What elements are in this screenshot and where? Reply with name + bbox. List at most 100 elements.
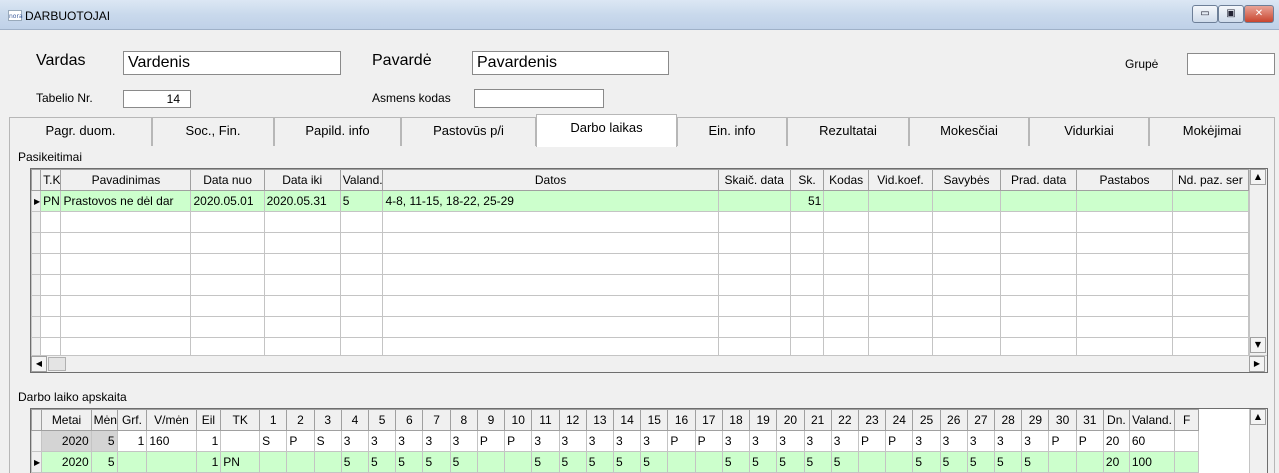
cell[interactable]	[286, 451, 315, 473]
cell[interactable]	[190, 295, 265, 317]
cell[interactable]	[823, 190, 869, 212]
cell[interactable]: 3	[939, 430, 968, 452]
cell[interactable]: 5	[721, 451, 751, 473]
cell[interactable]	[382, 316, 719, 338]
cell[interactable]	[667, 451, 696, 473]
cell[interactable]	[931, 190, 1002, 212]
column-header[interactable]: Skaič. data	[717, 169, 791, 191]
cell[interactable]: P	[1075, 430, 1104, 452]
cell[interactable]	[339, 232, 384, 254]
scroll-down-icon[interactable]: ▼	[1250, 337, 1266, 353]
cell[interactable]	[717, 190, 791, 212]
cell[interactable]	[60, 253, 192, 275]
cell[interactable]: 2020.05.01	[190, 190, 265, 212]
cell[interactable]	[823, 316, 869, 338]
cell[interactable]: 5	[558, 451, 587, 473]
cell[interactable]	[190, 211, 265, 233]
cell[interactable]	[263, 253, 341, 275]
cell[interactable]	[1076, 316, 1173, 338]
table-row[interactable]	[31, 316, 1250, 338]
tab-ein-info[interactable]: Ein. info	[677, 117, 787, 147]
column-header[interactable]: 9	[476, 409, 506, 431]
column-header[interactable]: Data nuo	[190, 169, 265, 191]
column-header[interactable]: 18	[721, 409, 751, 431]
column-header[interactable]: TK	[220, 409, 261, 431]
table-row[interactable]	[31, 295, 1250, 317]
cell[interactable]: 3	[776, 430, 805, 452]
cell[interactable]: P	[1048, 430, 1077, 452]
cell[interactable]: S	[259, 430, 288, 452]
table-row[interactable]	[31, 253, 1250, 275]
table-row[interactable]	[31, 274, 1250, 296]
cell[interactable]	[60, 232, 192, 254]
cell[interactable]	[339, 316, 384, 338]
cell[interactable]: 3	[640, 430, 669, 452]
cell[interactable]	[857, 451, 887, 473]
cell[interactable]	[40, 274, 62, 296]
column-header[interactable]: 4	[340, 409, 370, 431]
cell[interactable]	[1000, 295, 1078, 317]
tab-pastovūs-p-i[interactable]: Pastovūs p/i	[401, 117, 536, 147]
tab-vidurkiai[interactable]: Vidurkiai	[1029, 117, 1149, 147]
column-header[interactable]: Kodas	[823, 169, 869, 191]
cell[interactable]	[1174, 451, 1199, 473]
column-header[interactable]: Vid.koef.	[868, 169, 933, 191]
tab-pagr-duom-[interactable]: Pagr. duom.	[9, 117, 152, 147]
tab-rezultatai[interactable]: Rezultatai	[787, 117, 909, 147]
cell[interactable]: 5	[776, 451, 805, 473]
cell[interactable]	[190, 316, 265, 338]
cell[interactable]: P	[694, 430, 723, 452]
cell[interactable]: 20	[1102, 430, 1130, 452]
cell[interactable]: P	[476, 430, 506, 452]
cell[interactable]: 5	[803, 451, 832, 473]
cell[interactable]	[259, 451, 288, 473]
cell[interactable]	[868, 274, 933, 296]
cell[interactable]	[868, 211, 933, 233]
personal-code-field[interactable]	[474, 89, 604, 108]
cell[interactable]: 3	[531, 430, 560, 452]
minimize-button[interactable]: ▭	[1192, 5, 1218, 23]
cell[interactable]	[339, 211, 384, 233]
cell[interactable]	[1171, 211, 1250, 233]
cell[interactable]: PN	[40, 190, 62, 212]
close-button[interactable]: ✕	[1244, 5, 1274, 23]
cell[interactable]	[476, 451, 506, 473]
cell[interactable]: 5	[640, 451, 669, 473]
table-row[interactable]	[31, 232, 1250, 254]
cell[interactable]	[823, 211, 869, 233]
cell[interactable]: 5	[994, 451, 1023, 473]
column-header[interactable]: Mėn	[90, 409, 118, 431]
column-header[interactable]: Datos	[382, 169, 719, 191]
column-header[interactable]: Metai	[41, 409, 92, 431]
cell[interactable]	[789, 316, 825, 338]
cell[interactable]: 1	[195, 451, 222, 473]
cell[interactable]: P	[504, 430, 533, 452]
column-header[interactable]: 8	[449, 409, 478, 431]
column-header[interactable]: 15	[640, 409, 669, 431]
cell[interactable]	[382, 253, 719, 275]
column-header[interactable]: Pavadinimas	[60, 169, 192, 191]
timesheet-grid[interactable]: Metai Mėn Grf. V/mėn Eil TK 1 2 3 4 5 6 7 8 9 10 11 12 13 1…	[30, 408, 1268, 473]
cell[interactable]	[1000, 316, 1078, 338]
cell[interactable]	[60, 295, 192, 317]
column-header[interactable]: 7	[422, 409, 451, 431]
cell[interactable]: 5	[395, 451, 424, 473]
column-header[interactable]: Valand.	[1128, 409, 1176, 431]
column-header[interactable]: 31	[1075, 409, 1104, 431]
cell[interactable]	[263, 316, 341, 338]
cell[interactable]: 3	[966, 430, 996, 452]
column-header[interactable]: 5	[368, 409, 397, 431]
column-header[interactable]: 19	[749, 409, 778, 431]
cell[interactable]	[1076, 253, 1173, 275]
cell[interactable]: 5	[422, 451, 451, 473]
cell[interactable]	[1076, 190, 1173, 212]
cell[interactable]	[40, 316, 62, 338]
column-header[interactable]: 13	[585, 409, 614, 431]
cell[interactable]	[1000, 211, 1078, 233]
cell[interactable]	[1075, 451, 1104, 473]
scroll-thumb[interactable]	[48, 357, 66, 371]
cell[interactable]	[1171, 190, 1250, 212]
cell[interactable]	[931, 274, 1002, 296]
cell[interactable]: 5	[966, 451, 996, 473]
cell[interactable]: 3	[558, 430, 587, 452]
